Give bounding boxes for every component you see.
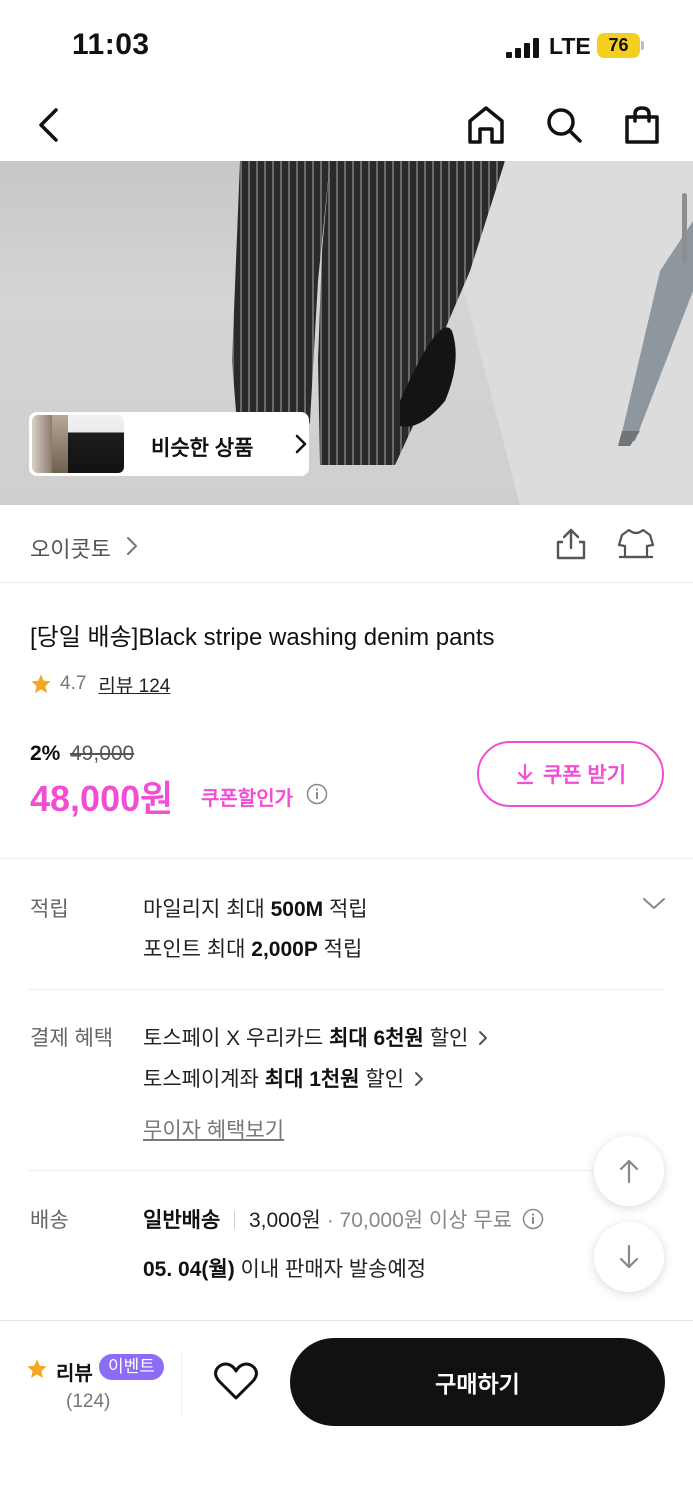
divider: [181, 1351, 182, 1417]
points-text: 포인트 최대 2,000P 적립: [143, 938, 363, 961]
review-label: 리뷰: [56, 1363, 93, 1385]
chevron-left-icon: [39, 108, 58, 142]
battery-icon: 76: [597, 33, 644, 58]
chevron-right-icon: [415, 1072, 424, 1086]
network-label: LTE: [549, 33, 591, 59]
shipping-fee: 3,000원: [248, 1209, 321, 1232]
fitting-icon[interactable]: [617, 527, 655, 561]
star-icon: [27, 1359, 47, 1378]
divider: [0, 858, 693, 859]
heart-icon[interactable]: [213, 1361, 259, 1401]
cart-button[interactable]: [617, 100, 667, 150]
free-shipping-threshold: · 70,000원 이상 무료: [326, 1209, 513, 1232]
arrow-down-icon: [619, 1244, 639, 1269]
mileage-text: 마일리지 최대 500M 적립: [143, 898, 368, 921]
points-label: 적립: [30, 898, 69, 921]
back-button[interactable]: [24, 100, 74, 150]
shipping-info: 일반배송 3,000원 · 70,000원 이상 무료: [143, 1204, 544, 1234]
discount-rate: 2%: [30, 742, 61, 765]
home-icon: [468, 106, 504, 144]
signal-icon: [506, 38, 539, 58]
status-bar: 11:03 LTE 76: [0, 0, 693, 90]
buy-button[interactable]: 구매하기: [290, 1338, 665, 1426]
info-icon[interactable]: [306, 783, 328, 805]
product-image[interactable]: 비슷한 상품: [0, 161, 693, 505]
sale-price: 48,000원: [30, 778, 174, 819]
divider: [28, 989, 664, 990]
bottom-action-bar: 리뷰 이벤트 (124) 구매하기: [0, 1320, 693, 1500]
similar-products-label: 비슷한 상품: [151, 437, 254, 460]
scroll-indicator: [682, 193, 687, 263]
installment-benefits-link[interactable]: 무이자 혜택보기: [143, 1114, 284, 1144]
shipping-type: 일반배송: [143, 1209, 221, 1232]
shipping-label: 배송: [30, 1209, 69, 1232]
coupon-download-button[interactable]: 쿠폰 받기: [477, 741, 664, 807]
brand-name-link[interactable]: 오이콧토: [30, 532, 111, 564]
product-title: [당일 배송]Black stripe washing denim pants: [30, 624, 495, 651]
star-icon: [31, 674, 51, 693]
reviews-link[interactable]: 리뷰 124: [98, 671, 170, 698]
chevron-right-icon: [479, 1031, 488, 1045]
scroll-top-button[interactable]: [594, 1136, 664, 1206]
top-nav: [0, 90, 693, 160]
chevron-right-icon: [295, 434, 307, 454]
review-count: (124): [66, 1391, 111, 1412]
coupon-price-label: 쿠폰할인가: [201, 788, 293, 810]
toss-account-benefit-link[interactable]: 토스페이계좌 최대 1천원 할인: [143, 1063, 424, 1093]
search-button[interactable]: [539, 100, 589, 150]
home-button[interactable]: [461, 100, 511, 150]
info-icon[interactable]: [522, 1208, 544, 1230]
similar-products-button[interactable]: 비슷한 상품: [29, 412, 309, 476]
payment-label: 결제 혜택: [30, 1027, 114, 1050]
chevron-right-icon: [127, 537, 137, 555]
search-icon: [547, 108, 582, 143]
shopping-bag-icon: [625, 106, 659, 144]
similar-thumbnails: [32, 415, 124, 473]
dispatch-date: 05. 04(월) 이내 판매자 발송예정: [143, 1258, 427, 1281]
event-badge: 이벤트: [99, 1354, 164, 1380]
arrow-up-icon: [619, 1159, 639, 1184]
scroll-bottom-button[interactable]: [594, 1222, 664, 1292]
coupon-button-label: 쿠폰 받기: [542, 764, 627, 787]
chevron-down-icon[interactable]: [642, 896, 666, 912]
rating-row: 4.7 리뷰 124: [30, 670, 170, 698]
brand-row: 오이콧토: [0, 505, 693, 583]
status-time: 11:03: [72, 28, 150, 61]
battery-level: 76: [597, 33, 640, 58]
rating-score: 4.7: [60, 673, 87, 694]
divider: [28, 1170, 664, 1171]
review-summary-button[interactable]: 리뷰 이벤트 (124): [26, 1351, 176, 1421]
share-icon[interactable]: [554, 527, 588, 561]
toss-woori-benefit-link[interactable]: 토스페이 X 우리카드 최대 6천원 할인: [143, 1022, 488, 1052]
original-price: 49,000: [70, 742, 135, 765]
download-icon: [516, 763, 534, 785]
